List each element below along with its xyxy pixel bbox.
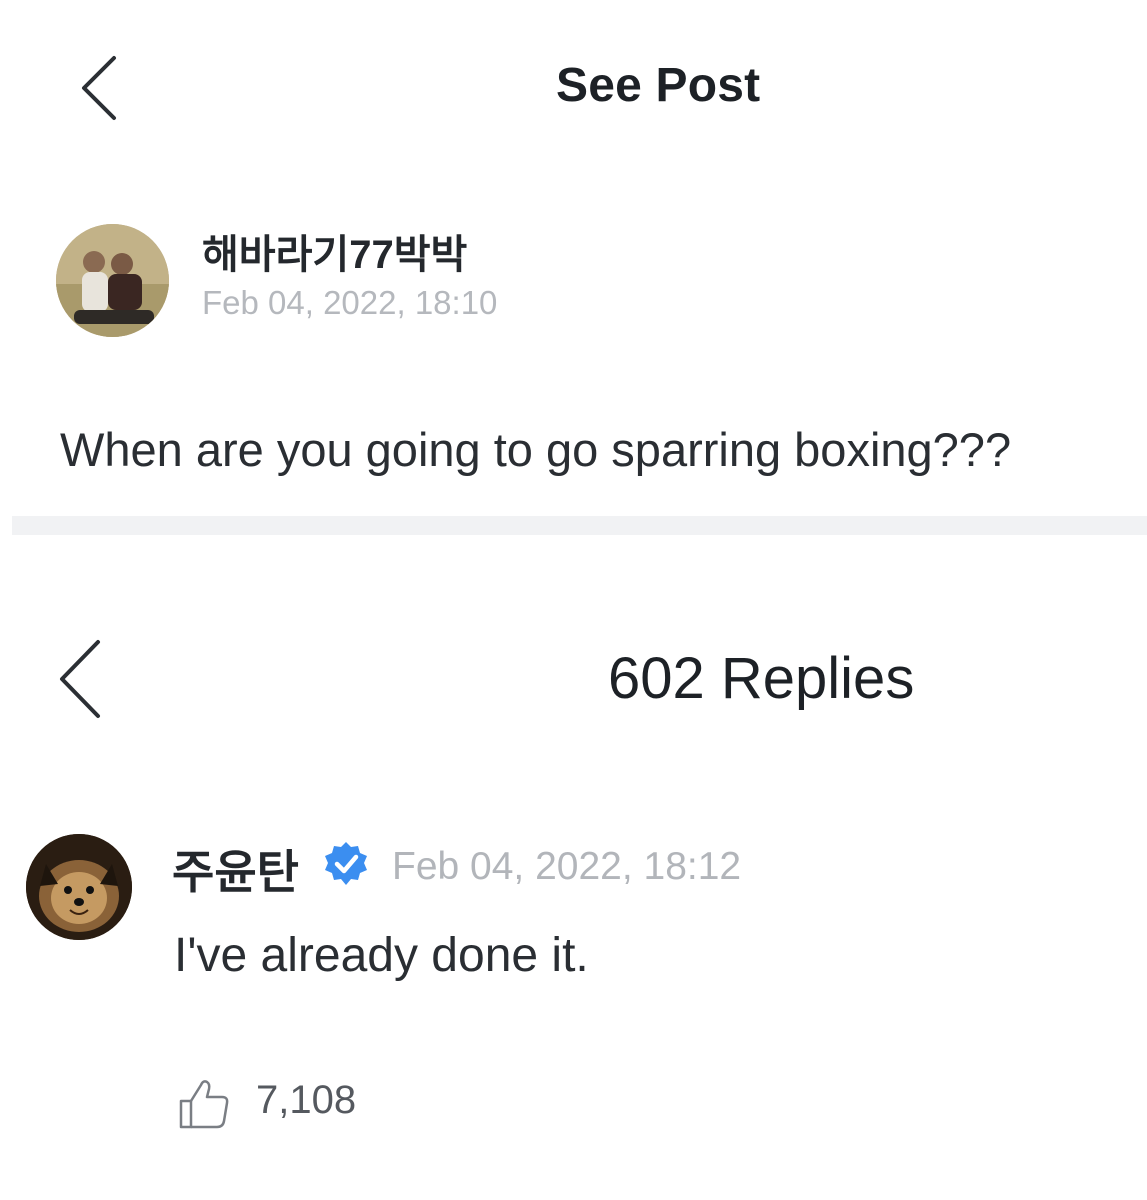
- replies-back-button[interactable]: [54, 636, 108, 722]
- user-avatar[interactable]: [56, 224, 169, 337]
- thumbs-up-icon: [179, 1080, 229, 1129]
- reply-avatar[interactable]: [26, 834, 132, 940]
- reply-username[interactable]: 주윤탄: [172, 836, 299, 902]
- replies-title: 602 Replies: [608, 646, 915, 711]
- dog-avatar: [26, 834, 132, 940]
- post-timestamp: Feb 04, 2022, 18:10: [202, 284, 498, 321]
- back-button[interactable]: [76, 52, 124, 124]
- like-count: 7,108: [256, 1078, 357, 1122]
- chevron-left-icon: [82, 56, 116, 120]
- post-body: When are you going to go sparring boxing…: [60, 423, 1012, 476]
- like-button[interactable]: 7,108: [176, 1072, 376, 1132]
- avatar-photo: [56, 224, 169, 337]
- verified-badge-icon: [322, 840, 370, 888]
- chevron-left-icon: [60, 640, 100, 718]
- page-title: See Post: [556, 59, 761, 112]
- reply-timestamp: Feb 04, 2022, 18:12: [392, 845, 742, 888]
- reply-body: I've already done it.: [174, 929, 589, 982]
- section-divider: [12, 516, 1147, 535]
- post-username[interactable]: 해바라기77박박: [202, 222, 467, 280]
